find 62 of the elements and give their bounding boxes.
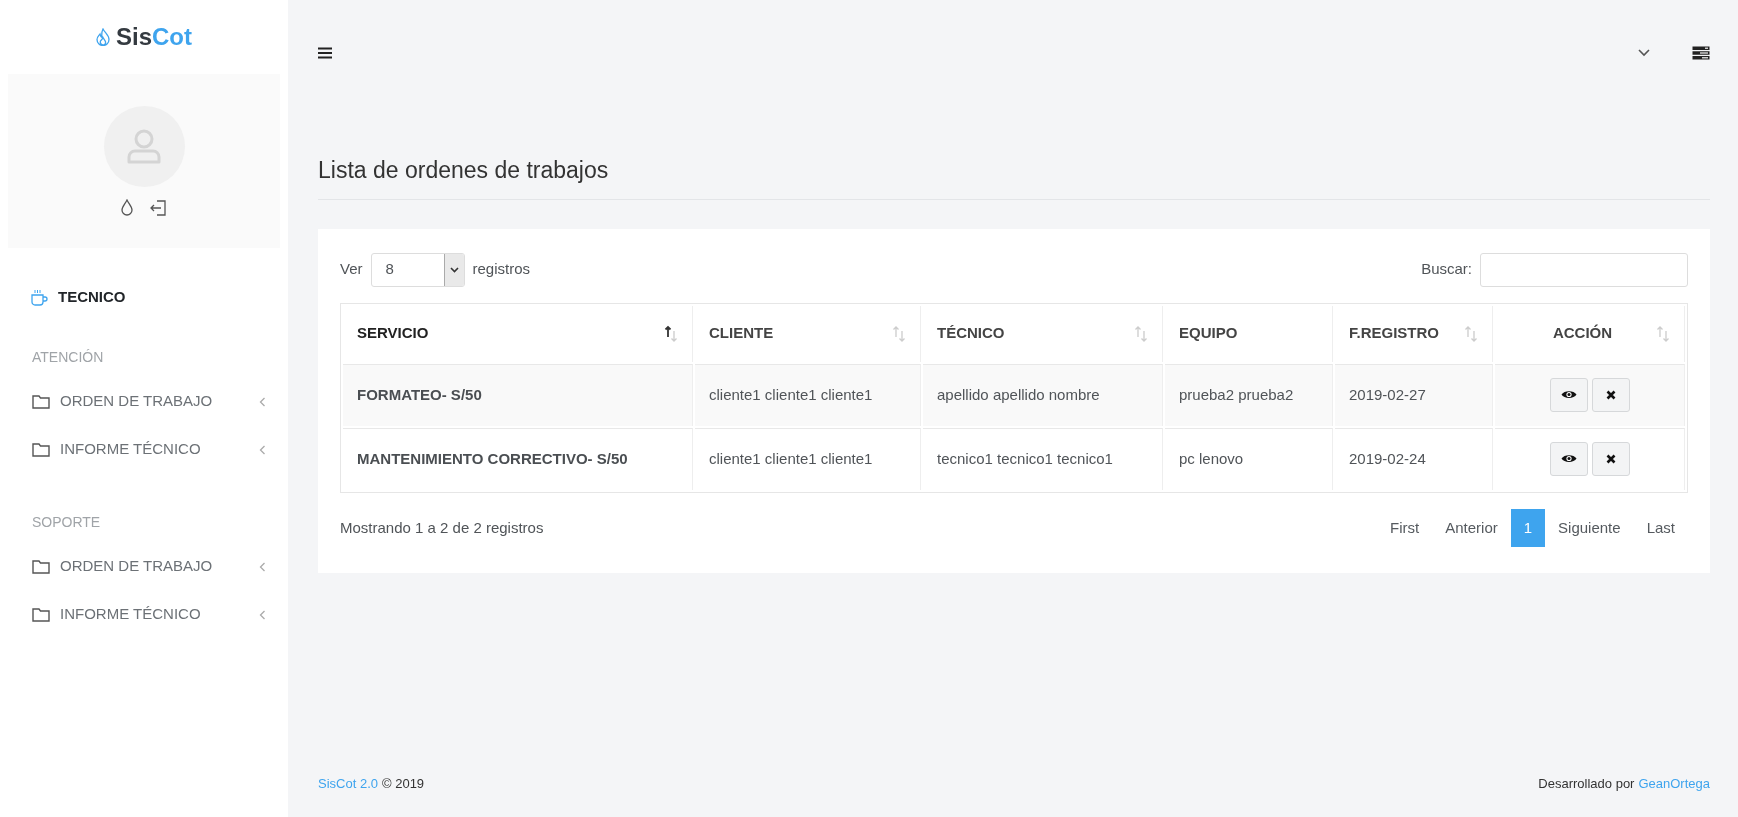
folder-icon (32, 394, 50, 409)
column-header[interactable]: SERVICIO (343, 305, 693, 362)
pagination-link[interactable]: Anterior (1432, 508, 1511, 548)
sort-icon (1656, 324, 1670, 343)
table-cell: apellido apellido nombre (923, 363, 1163, 426)
folder-icon (32, 559, 50, 574)
user-role: TECNICO (58, 287, 126, 307)
table-cell: pc lenovo (1165, 427, 1333, 490)
section-header: SOPORTE (31, 512, 102, 532)
delete-button[interactable] (1591, 378, 1630, 413)
delete-button[interactable] (1591, 442, 1630, 477)
sort-icon (892, 324, 906, 343)
pagination-link[interactable]: First (1377, 508, 1433, 548)
search-label: Buscar: (1421, 259, 1472, 280)
chevron-down-icon[interactable] (1638, 48, 1650, 57)
sidebar-item[interactable]: INFORME TÉCNICO (0, 425, 288, 474)
close-icon (1605, 390, 1616, 401)
table-cell: FORMATEO- S/50 (343, 363, 693, 426)
table-cell: cliente1 cliente1 cliente1 (695, 427, 921, 490)
sidebar-item[interactable]: INFORME TÉCNICO (0, 590, 288, 639)
eye-icon (1560, 453, 1577, 465)
copyright-text: © 2019 (382, 775, 425, 794)
pagination-link[interactable]: Last (1633, 508, 1688, 548)
logout-icon[interactable] (149, 198, 167, 217)
table-cell: MANTENIMIENTO CORRECTIVO- S/50 (343, 427, 693, 490)
column-header[interactable]: F.REGISTRO (1335, 305, 1493, 362)
table-info: Mostrando 1 a 2 de 2 registros (340, 517, 544, 538)
cup-icon (30, 288, 48, 306)
menu-icon[interactable] (318, 46, 332, 59)
pagination-link[interactable]: Siguiente (1545, 508, 1634, 548)
table-cell: tecnico1 tecnico1 tecnico1 (923, 427, 1163, 490)
sort-icon (1134, 324, 1148, 343)
folder-icon (32, 607, 50, 622)
page-title: Lista de ordenes de trabajos (318, 157, 1710, 200)
search-field[interactable] (1480, 252, 1688, 287)
sort-icon (664, 324, 678, 343)
drop-icon[interactable] (121, 199, 133, 216)
sort-icon (1464, 324, 1478, 343)
length-label: Ver (340, 259, 363, 280)
column-header[interactable]: TÉCNICO (923, 305, 1163, 362)
credit-text: Desarrollado por (1538, 775, 1635, 794)
table-cell: 2019-02-27 (1335, 363, 1493, 426)
length-label: registros (472, 259, 531, 280)
column-header[interactable]: ACCIÓN (1495, 305, 1685, 362)
table-cell: cliente1 cliente1 cliente1 (695, 363, 921, 426)
folder-icon (32, 442, 50, 457)
sidebar-item[interactable]: ORDEN DE TRABAJO (0, 377, 288, 426)
flame-icon (96, 28, 110, 46)
eye-icon (1560, 389, 1577, 401)
sidebar-item[interactable]: ORDEN DE TRABAJO (0, 542, 288, 591)
view-button[interactable] (1549, 441, 1588, 476)
caret-icon (449, 266, 459, 273)
table-cell: prueba2 prueba2 (1165, 363, 1333, 426)
app-logo[interactable]: SisCot (116, 19, 192, 55)
column-header[interactable]: CLIENTE (695, 305, 921, 362)
column-header[interactable]: EQUIPO (1165, 305, 1333, 362)
page-size-select[interactable]: 8 (370, 252, 465, 287)
table-cell: 2019-02-24 (1335, 427, 1493, 490)
server-icon[interactable] (1692, 45, 1710, 60)
section-header: ATENCIÓN (31, 347, 105, 367)
view-button[interactable] (1549, 377, 1588, 412)
close-icon (1605, 454, 1616, 465)
